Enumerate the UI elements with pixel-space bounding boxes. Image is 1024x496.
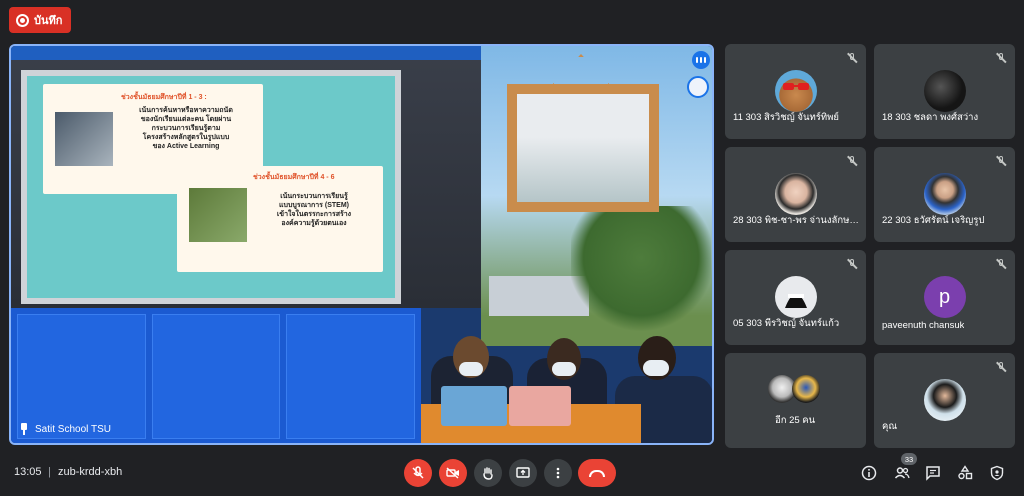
slide-heading-1: ช่วงชั้นมัธยมศึกษาปีที่ 1 - 3 :: [121, 94, 207, 101]
participant-name: paveenuth chansuk: [882, 320, 965, 331]
presentation-screen: ช่วงชั้นมัธยมศึกษาปีที่ 1 - 3 : เน้นการค…: [21, 70, 401, 304]
recording-indicator[interactable]: บันทึก: [9, 7, 72, 33]
slide-photo-students: [55, 112, 113, 166]
people-icon: [894, 467, 910, 479]
participant-name: คุณ: [882, 421, 898, 432]
recording-label: บันทึก: [34, 15, 63, 27]
hanging-photo-frame: [507, 84, 659, 212]
mic-off-icon: [995, 258, 1007, 270]
raise-hand-button[interactable]: [474, 459, 502, 487]
mic-off-icon: [995, 155, 1007, 167]
slide-card-2: ช่วงชั้นมัธยมศึกษาปีที่ 4 - 6 เน้นกระบวน…: [177, 166, 383, 272]
more-options-icon: [556, 467, 560, 479]
camera-off-icon: [446, 467, 459, 479]
participant-avatar: [774, 173, 817, 215]
slide-text-1: เน้นการค้นหาหรือหาความถนัด ของนักเรียนแต…: [139, 107, 233, 150]
participant-avatar: [923, 70, 966, 112]
participant-name: 05 303 พีรวิชญ์ จันทร์แก้ว: [733, 318, 840, 329]
hang-up-icon: [589, 469, 605, 477]
participant-avatar-letter: p: [923, 276, 966, 318]
hang-up-button[interactable]: [578, 459, 616, 487]
participant-tile[interactable]: 11 303 สิรวิชญ์ จันทร์ทิพย์: [725, 44, 866, 139]
host-controls-button[interactable]: [988, 464, 1006, 482]
participant-name: 11 303 สิรวิชญ์ จันทร์ทิพย์: [733, 112, 839, 123]
people-button[interactable]: [893, 464, 911, 482]
mic-off-icon: [995, 361, 1007, 373]
participant-avatar: [774, 276, 817, 318]
mic-toggle-button[interactable]: [404, 459, 432, 487]
people-count-badge: 33: [901, 453, 917, 465]
slide-photo-garden: [189, 188, 247, 242]
info-icon: [861, 465, 877, 481]
meeting-info-button[interactable]: [860, 464, 878, 482]
speaking-indicator-icon: [692, 51, 710, 69]
school-logo-icon: [687, 76, 709, 98]
chat-icon: [926, 466, 940, 481]
laptop: [509, 386, 571, 426]
participant-tile[interactable]: 18 303 ชลดา พงศ์สว่าง: [874, 44, 1015, 139]
more-participants-tile[interactable]: อีก 25 คน: [725, 353, 866, 448]
clock: 13:05: [14, 466, 42, 478]
participant-tile[interactable]: 05 303 พีรวิชญ์ จันทร์แก้ว: [725, 250, 866, 345]
lab-photo: [517, 94, 649, 202]
present-screen-button[interactable]: [509, 459, 537, 487]
meeting-code: zub-krdd-xbh: [58, 466, 123, 478]
host-controls-icon: [990, 465, 1004, 481]
tablet: [441, 386, 507, 426]
activities-icon: [958, 465, 973, 480]
raise-hand-icon: [483, 467, 493, 480]
pin-icon[interactable]: [19, 423, 29, 435]
chat-button[interactable]: [924, 464, 942, 482]
participant-name: 18 303 ชลดา พงศ์สว่าง: [882, 112, 979, 123]
participant-avatar-group: [767, 375, 824, 405]
participant-avatar: [923, 173, 966, 215]
participant-avatar: [774, 70, 817, 112]
present-icon: [516, 467, 530, 478]
mic-off-icon: [995, 52, 1007, 64]
more-options-button[interactable]: [544, 459, 572, 487]
presentation-slide: ช่วงชั้นมัธยมศึกษาปีที่ 1 - 3 : เน้นการค…: [27, 76, 395, 298]
slide-text-2: เน้นกระบวนการเรียนรู้ แบบบูรณาการ (STEM)…: [276, 193, 352, 227]
mic-off-icon: [846, 52, 858, 64]
self-view-tile[interactable]: คุณ: [874, 353, 1015, 448]
separator: |: [48, 466, 51, 478]
participant-name: 22 303 ธวัศรัตน์ เจริญรูป: [882, 215, 985, 226]
mic-off-icon: [412, 466, 424, 479]
record-icon: [16, 13, 29, 27]
slide-heading-2: ช่วงชั้นมัธยมศึกษาปีที่ 4 - 6: [253, 174, 335, 181]
mic-off-icon: [846, 258, 858, 270]
participant-avatar: [923, 379, 966, 421]
participant-tile[interactable]: p paveenuth chansuk: [874, 250, 1015, 345]
main-video-tile[interactable]: ช่วงชั้นมัธยมศึกษาปีที่ 1 - 3 : เน้นการค…: [9, 44, 714, 445]
participant-tile[interactable]: 28 303 พิช-ชา-พร จ่านงลักษ…: [725, 147, 866, 242]
masked-face-icon: [784, 294, 807, 308]
presenter-name: Satit School TSU: [35, 423, 111, 435]
participant-name: 28 303 พิช-ชา-พร จ่านงลักษ…: [733, 215, 858, 226]
mic-off-icon: [846, 155, 858, 167]
participant-tile[interactable]: 22 303 ธวัศรัตน์ เจริญรูป: [874, 147, 1015, 242]
presenter-name-label: Satit School TSU: [19, 423, 111, 435]
sunglasses-dog-icon: [782, 83, 809, 90]
camera-toggle-button[interactable]: [439, 459, 467, 487]
activities-button[interactable]: [956, 464, 974, 482]
more-participants-label: อีก 25 คน: [775, 415, 816, 426]
